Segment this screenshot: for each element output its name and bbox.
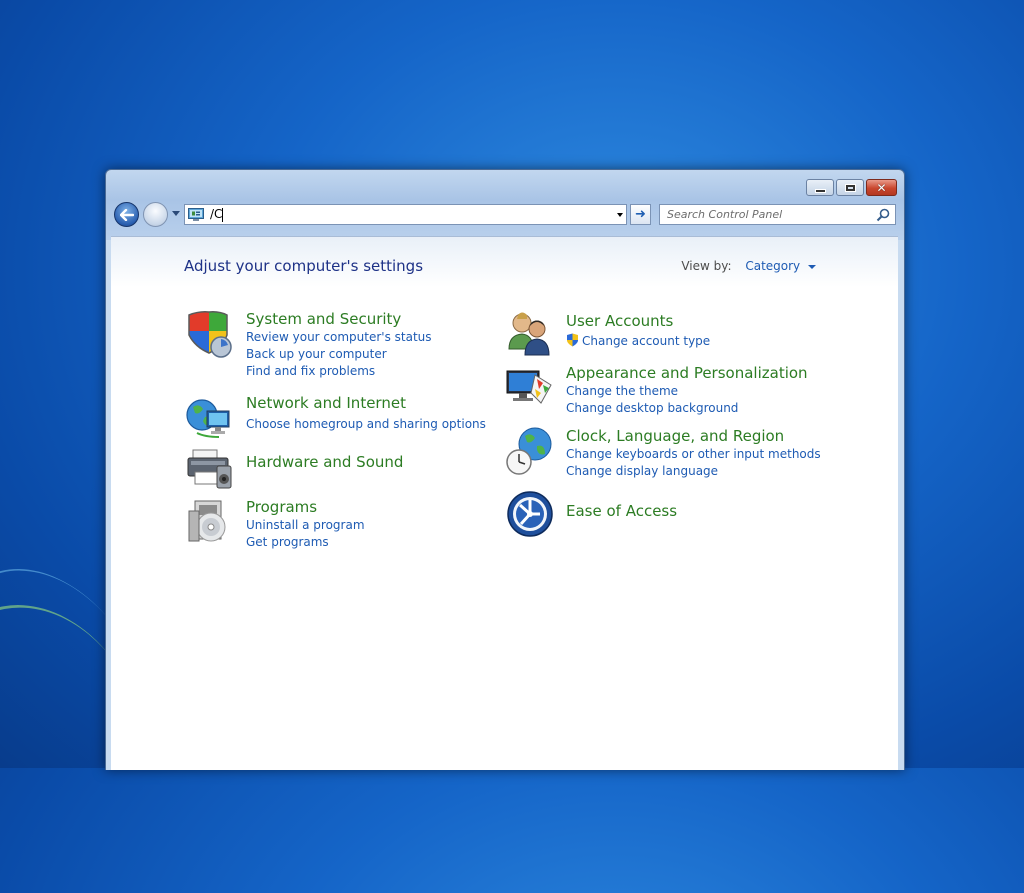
category-title[interactable]: Appearance and Personalization — [566, 363, 808, 383]
network-globe-icon[interactable] — [185, 393, 235, 443]
search-input[interactable]: Search Control Panel — [667, 208, 876, 221]
go-button[interactable]: ➜ — [630, 204, 651, 225]
ease-of-access-icon[interactable] — [505, 489, 555, 539]
category-link[interactable]: Change desktop background — [566, 400, 808, 417]
category-title[interactable]: Hardware and Sound — [246, 452, 403, 472]
category-title[interactable]: Network and Internet — [246, 393, 486, 413]
category-link[interactable]: Uninstall a program — [246, 517, 365, 534]
category-title[interactable]: Ease of Access — [566, 501, 677, 521]
go-arrow-icon: ➜ — [635, 207, 646, 222]
search-box[interactable]: Search Control Panel — [659, 204, 896, 225]
shield-icon[interactable] — [185, 309, 235, 359]
printer-icon[interactable] — [185, 442, 235, 492]
view-by-dropdown[interactable]: Category — [745, 259, 800, 273]
page-title: Adjust your computer's settings — [184, 257, 424, 275]
back-arrow-icon — [119, 208, 134, 221]
view-by: View by: Category — [681, 259, 816, 273]
close-icon: ✕ — [876, 180, 887, 195]
category-link[interactable]: Change the theme — [566, 383, 808, 400]
control-panel-icon — [188, 208, 204, 221]
search-icon[interactable] — [876, 208, 890, 222]
category-title[interactable]: Programs — [246, 497, 365, 517]
minimize-button[interactable] — [806, 179, 834, 196]
programs-disc-icon[interactable] — [185, 497, 235, 547]
view-by-label: View by: — [681, 259, 732, 273]
chevron-down-icon[interactable] — [808, 264, 816, 269]
recent-pages-dropdown[interactable] — [172, 211, 180, 216]
back-button[interactable] — [114, 202, 139, 227]
navigation-bar: /C ➜ Search Control Panel — [114, 202, 896, 227]
category-link[interactable]: Change display language — [566, 463, 821, 480]
forward-button[interactable] — [143, 202, 168, 227]
uac-shield-icon — [567, 333, 578, 347]
clock-globe-icon[interactable] — [505, 426, 555, 476]
address-dropdown-icon[interactable] — [617, 213, 623, 217]
content-area: Adjust your computer's settings View by:… — [111, 236, 898, 770]
caption-buttons: ✕ — [806, 179, 897, 196]
category-link[interactable]: Find and fix problems — [246, 363, 432, 380]
maximize-icon — [844, 183, 856, 192]
category-title[interactable]: System and Security — [246, 309, 432, 329]
category-title[interactable]: Clock, Language, and Region — [566, 426, 821, 446]
minimize-icon — [814, 188, 826, 193]
control-panel-window: ✕ /C ➜ Search Control Panel Adjust your … — [105, 169, 905, 770]
category-link[interactable]: Change keyboards or other input methods — [566, 446, 821, 463]
category-title[interactable]: User Accounts — [566, 311, 710, 331]
category-link[interactable]: Change account type — [566, 333, 710, 350]
maximize-button[interactable] — [836, 179, 864, 196]
address-input[interactable]: /C — [210, 207, 224, 222]
category-link[interactable]: Choose homegroup and sharing options — [246, 416, 486, 433]
close-button[interactable]: ✕ — [866, 179, 897, 196]
category-link[interactable]: Review your computer's status — [246, 329, 432, 346]
category-link[interactable]: Back up your computer — [246, 346, 432, 363]
category-link[interactable]: Get programs — [246, 534, 365, 551]
monitor-palette-icon[interactable] — [505, 363, 555, 413]
users-icon[interactable] — [505, 309, 555, 359]
address-bar[interactable]: /C — [184, 204, 627, 225]
